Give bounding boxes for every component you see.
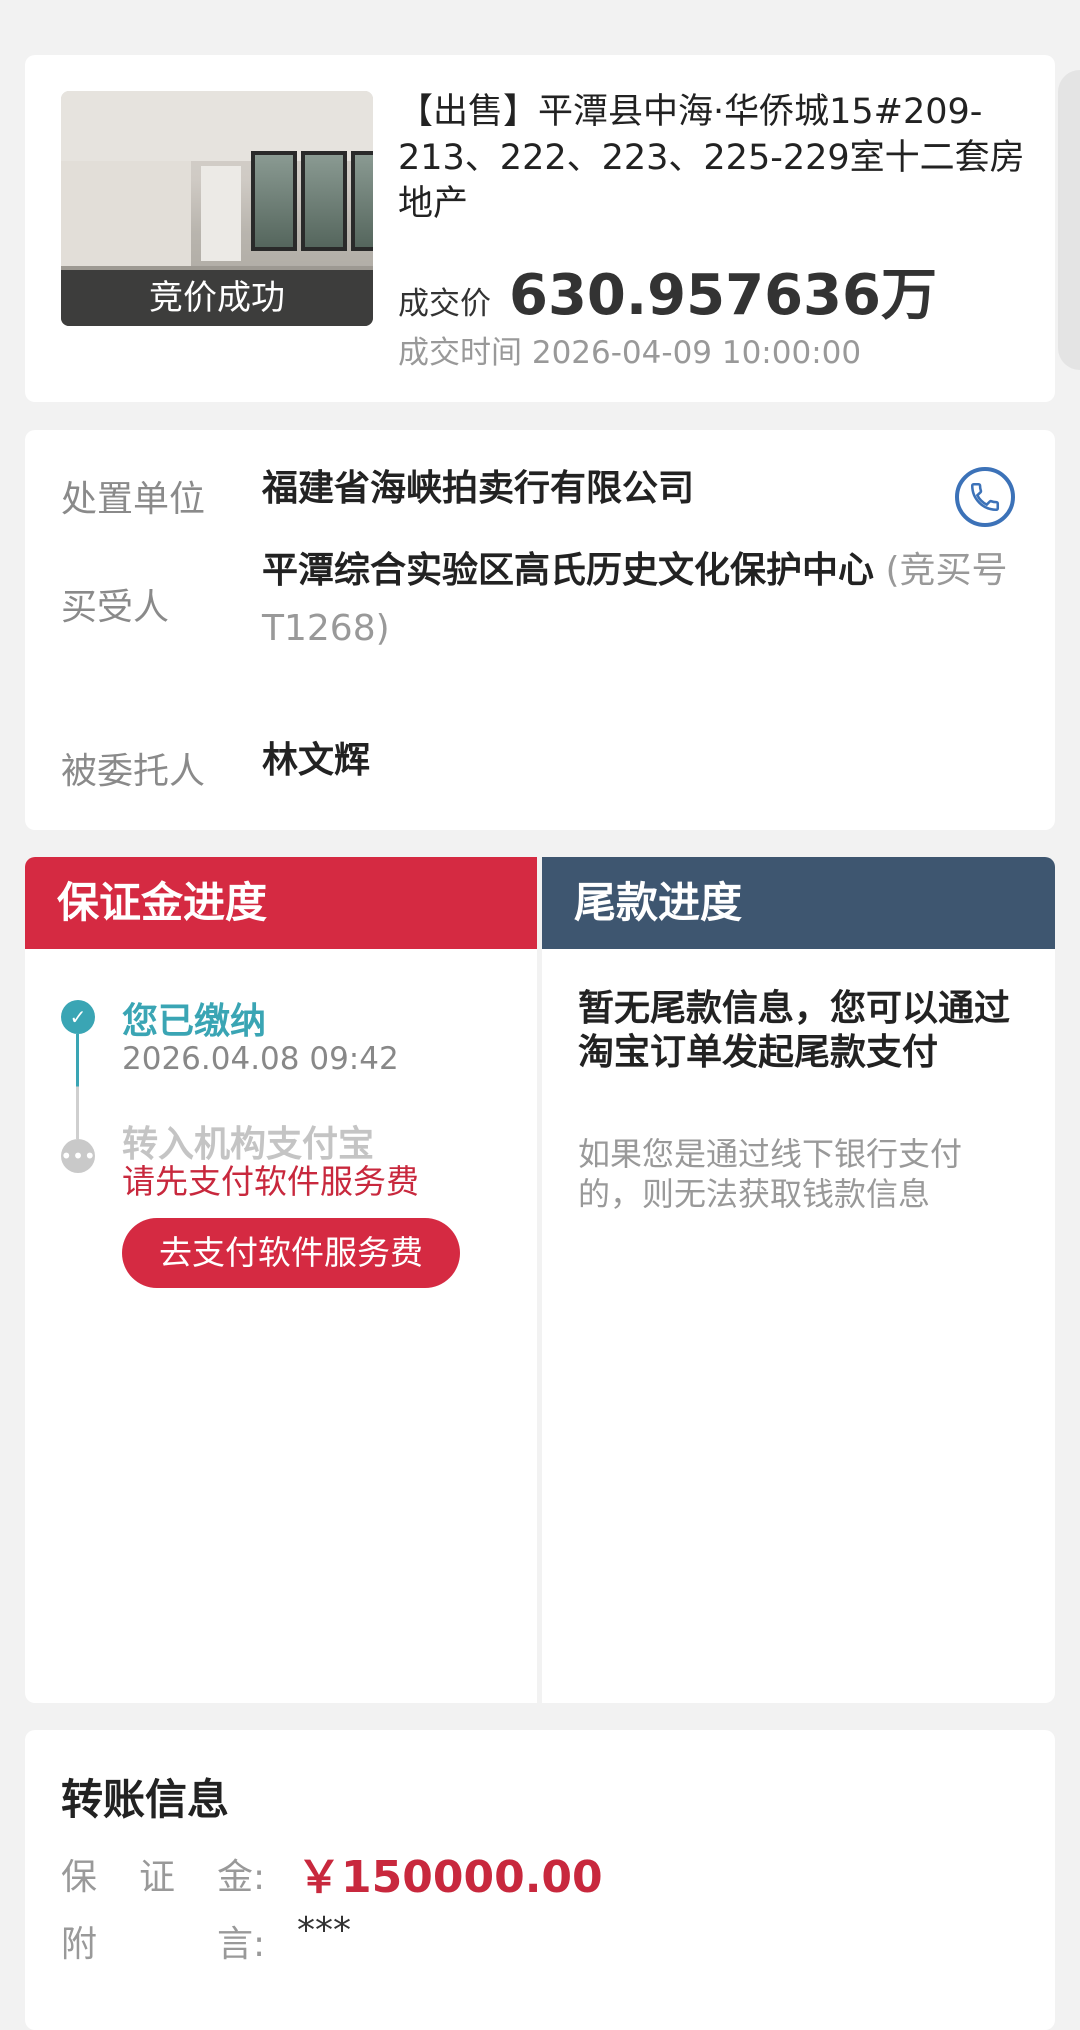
deposit-amount-label: 保证金: bbox=[61, 1848, 295, 1900]
pay-service-fee-button[interactable]: 去支付软件服务费 bbox=[122, 1218, 460, 1288]
property-title: 【出售】平潭县中海·华侨城15#209-213、222、223、225-229室… bbox=[398, 92, 1025, 224]
deal-time: 成交时间 2026-04-09 10:00:00 bbox=[398, 335, 862, 371]
step-connector bbox=[76, 1034, 79, 1139]
transfer-info-card: 转账信息 保证金: ￥150000.00 附 言: *** bbox=[25, 1730, 1055, 2030]
disposer-label: 处置单位 bbox=[61, 479, 206, 520]
service-fee-warning: 请先支付软件服务费 bbox=[122, 1162, 419, 1201]
deposit-progress-header: 保证金进度 bbox=[25, 857, 537, 949]
buyer-label: 买受人 bbox=[61, 587, 170, 628]
step-paid-title: 您已缴纳 bbox=[122, 1001, 267, 1042]
disposer-value: 福建省海峡拍卖行有限公司 bbox=[262, 468, 695, 509]
deposit-progress-panel: 保证金进度 ✓ ••• 您已缴纳 2026.04.08 09:42 转入机构支付… bbox=[25, 857, 537, 1703]
buyer-value: 平潭综合实验区高氏历史文化保护中心 (竞买号 T1268) bbox=[262, 542, 1022, 658]
label-char: 证 bbox=[139, 1857, 176, 1898]
remark-label: 附 言: bbox=[61, 1915, 295, 1967]
deal-price-value: 630.957636万 bbox=[509, 263, 937, 328]
agent-label: 被委托人 bbox=[61, 751, 206, 792]
deal-price-label: 成交价 bbox=[398, 286, 491, 322]
remark-value: *** bbox=[297, 1910, 351, 1951]
more-dots-icon: ••• bbox=[60, 1139, 96, 1173]
balance-main-text: 暂无尾款信息，您可以通过淘宝订单发起尾款支付 bbox=[578, 988, 1011, 1073]
agent-value: 林文辉 bbox=[262, 740, 371, 781]
auction-success-badge: 竞价成功 bbox=[61, 270, 373, 326]
deal-price-row: 成交价 630.957636万 bbox=[398, 250, 937, 331]
check-icon: ✓ bbox=[61, 1000, 95, 1034]
label-char: 附 bbox=[61, 1924, 98, 1965]
label-char: 金: bbox=[217, 1857, 266, 1898]
label-char: 言: bbox=[217, 1924, 266, 1965]
phone-icon[interactable] bbox=[955, 467, 1015, 527]
balance-progress-header: 尾款进度 bbox=[542, 857, 1055, 949]
balance-progress-panel: 尾款进度 暂无尾款信息，您可以通过淘宝订单发起尾款支付 如果您是通过线下银行支付… bbox=[542, 857, 1055, 1703]
party-info-card: 处置单位 福建省海峡拍卖行有限公司 买受人 平潭综合实验区高氏历史文化保护中心 … bbox=[25, 430, 1055, 830]
auction-item-card[interactable]: 竞价成功 【出售】平潭县中海·华侨城15#209-213、222、223、225… bbox=[25, 55, 1055, 402]
deposit-amount-value: ￥150000.00 bbox=[297, 1852, 603, 1903]
label-char: 保 bbox=[61, 1857, 98, 1898]
property-thumbnail[interactable]: 竞价成功 bbox=[61, 91, 373, 326]
transfer-info-title: 转账信息 bbox=[61, 1775, 230, 1824]
balance-note: 如果您是通过线下银行支付的，则无法获取钱款信息 bbox=[578, 1135, 963, 1213]
step-paid-time: 2026.04.08 09:42 bbox=[122, 1041, 399, 1077]
buyer-name: 平潭综合实验区高氏历史文化保护中心 bbox=[262, 550, 875, 591]
side-edge-handle bbox=[1058, 70, 1080, 370]
